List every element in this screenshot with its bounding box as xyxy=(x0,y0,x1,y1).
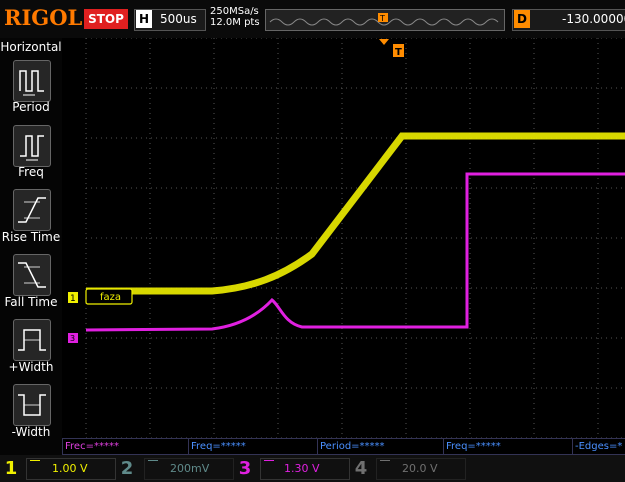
brand-logo: RIGOL xyxy=(4,5,83,30)
menu-title: Horizontal xyxy=(0,40,62,54)
timebase-label: H xyxy=(136,10,152,28)
overview-trigger-text: T xyxy=(379,14,385,23)
freq-button[interactable] xyxy=(13,125,51,167)
channel-1-label: faza xyxy=(100,292,121,303)
channel-3-scale: 1.30 V xyxy=(284,462,320,475)
overview-waveform: T xyxy=(269,13,499,26)
positive-width-icon xyxy=(18,329,46,351)
period-icon xyxy=(19,70,44,96)
delay-value: -130.000000 xyxy=(562,12,625,26)
trigger-position-text: T xyxy=(395,47,402,58)
waveform-display[interactable]: T 1 faza 3 xyxy=(62,38,625,438)
acquisition-info: 250MSa/s 12.0M pts xyxy=(210,6,260,28)
graticule xyxy=(85,38,625,438)
rise-time-icon xyxy=(18,197,46,223)
channel-3-coupling-icon xyxy=(264,460,274,469)
period-label: Period xyxy=(12,100,50,114)
measurement-3[interactable]: Period=***** xyxy=(317,438,444,455)
negative-width-icon xyxy=(18,394,46,416)
channel-3-marker-text: 3 xyxy=(70,334,75,343)
channel-1-marker-text: 1 xyxy=(70,294,76,304)
period-button[interactable] xyxy=(13,60,51,102)
fall-time-label: Fall Time xyxy=(4,295,58,309)
channel-1-number[interactable]: 1 xyxy=(2,456,20,481)
channel-4-number[interactable]: 4 xyxy=(352,456,370,481)
measurement-2[interactable]: Freq=***** xyxy=(188,438,318,455)
fall-time-button[interactable] xyxy=(13,254,51,296)
timebase-value: 500us xyxy=(160,12,197,26)
run-stop-indicator[interactable]: STOP xyxy=(84,9,128,29)
delay-label: D xyxy=(514,10,530,28)
channel-1-trace xyxy=(86,132,625,295)
negative-width-button[interactable] xyxy=(13,384,51,426)
channel-2-number[interactable]: 2 xyxy=(118,456,136,481)
measurement-1-text: Frec=***** xyxy=(65,441,119,452)
sample-rate: 250MSa/s xyxy=(210,6,259,17)
trigger-position-arrow xyxy=(379,39,389,45)
channel-2-coupling-icon xyxy=(148,460,158,469)
freq-icon xyxy=(20,135,44,161)
rise-time-button[interactable] xyxy=(13,189,51,231)
freq-label: Freq xyxy=(18,165,44,179)
memory-depth: 12.0M pts xyxy=(210,17,260,28)
positive-width-label: +Width xyxy=(8,360,54,374)
channel-2-scale: 200mV xyxy=(170,462,210,475)
waveform-overview-bar[interactable]: T xyxy=(265,9,505,31)
measurement-4-text: Freq=***** xyxy=(446,441,501,452)
channel-1-coupling-icon xyxy=(30,460,40,469)
negative-width-label: -Width xyxy=(11,425,51,439)
rise-time-label: Rise Time xyxy=(1,230,61,244)
measurement-2-text: Freq=***** xyxy=(191,441,246,452)
measurement-4[interactable]: Freq=***** xyxy=(443,438,573,455)
measurement-3-text: Period=***** xyxy=(320,441,385,452)
measurement-5[interactable]: -Edges=* xyxy=(572,438,625,455)
positive-width-button[interactable] xyxy=(13,319,51,361)
channel-4-coupling-icon xyxy=(380,460,390,469)
fall-time-icon xyxy=(18,262,46,288)
measurement-5-text: -Edges=* xyxy=(575,441,623,452)
channel-4-scale: 20.0 V xyxy=(402,462,438,475)
channel-3-number[interactable]: 3 xyxy=(236,456,254,481)
measurement-1[interactable]: Frec=***** xyxy=(62,438,189,455)
channel-1-scale: 1.00 V xyxy=(52,462,88,475)
